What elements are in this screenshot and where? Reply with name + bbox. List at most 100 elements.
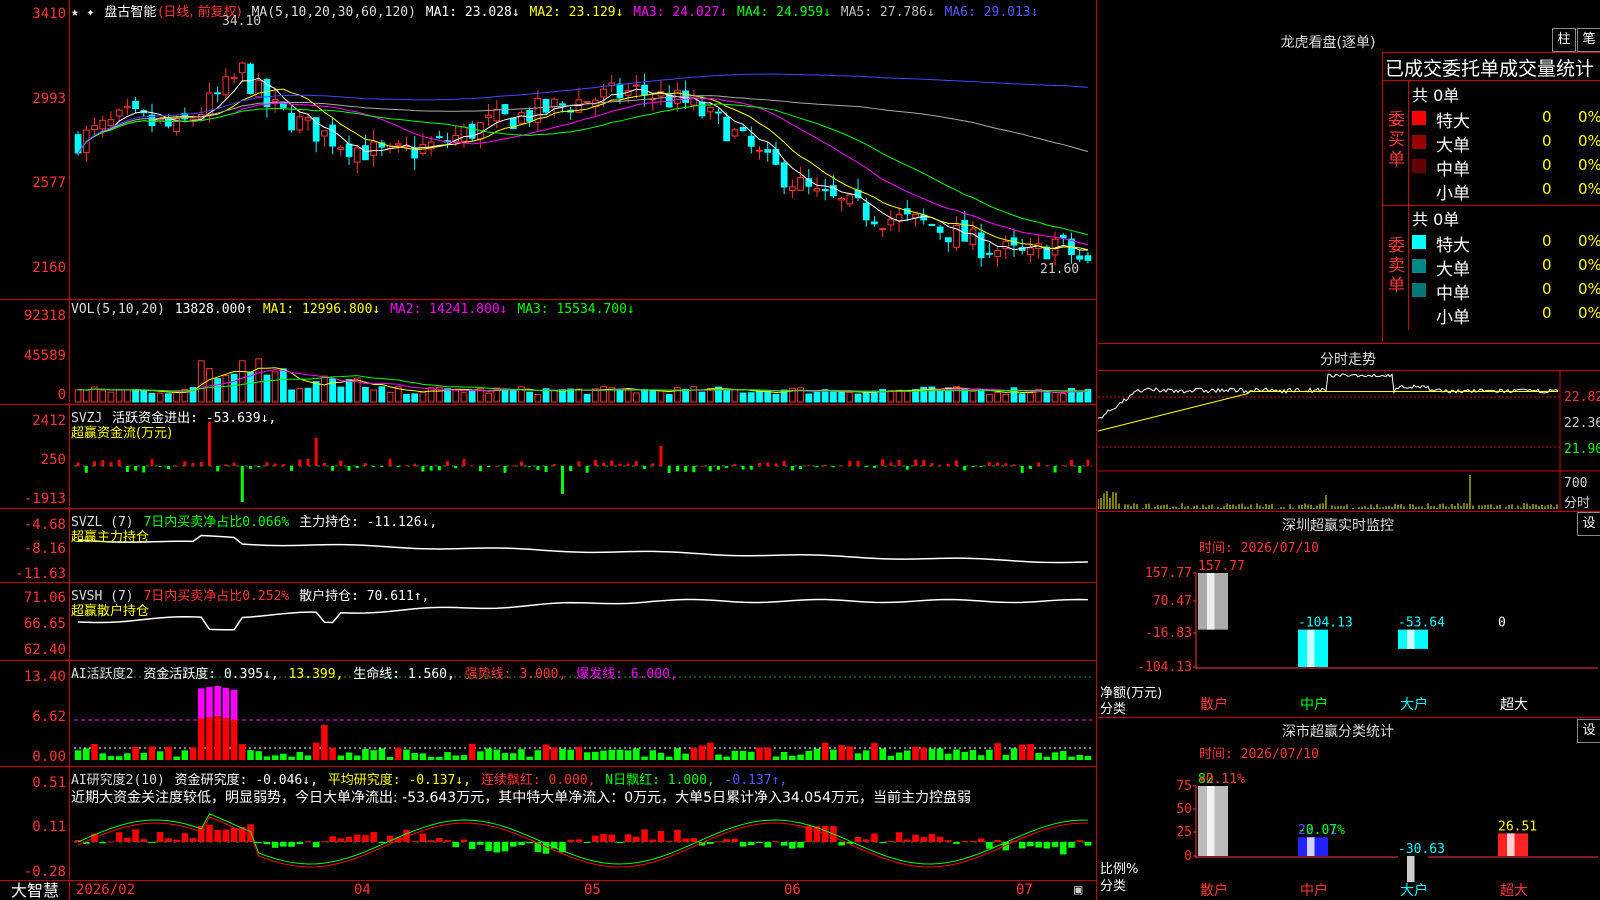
vol-value: 13828.000↑ <box>174 302 254 317</box>
research-bar <box>321 841 328 843</box>
research-bar <box>789 842 796 849</box>
research-bar <box>165 838 172 842</box>
chart-mark <box>887 218 895 226</box>
ai-res-value: 资金研究度: -0.046↓, <box>174 773 318 788</box>
flow-bar <box>872 466 876 468</box>
lock-icon[interactable]: ▣ <box>1074 882 1082 898</box>
activity-bar <box>321 725 328 760</box>
volume-bar <box>271 371 279 403</box>
volume-bar <box>632 392 640 403</box>
category-label: 超大 <box>1500 883 1528 899</box>
chart-mark <box>780 162 788 188</box>
volume-bar <box>99 389 107 403</box>
activity-bar <box>312 742 320 760</box>
research-bar <box>674 829 681 842</box>
activity-bar <box>1010 748 1018 760</box>
research-bar <box>731 838 739 842</box>
chart-mark <box>296 116 304 131</box>
chart-mark <box>871 221 878 225</box>
flow-bar <box>1061 465 1065 467</box>
activity-bar <box>485 748 492 760</box>
bar-change-label: +0.11% <box>1198 772 1245 787</box>
category-label: 大户 <box>1400 696 1428 713</box>
axis-tick: -16.83 <box>1145 626 1192 641</box>
flow-bar <box>799 466 803 470</box>
monitor-settings-button[interactable]: 设 <box>1577 512 1600 536</box>
volume-bar <box>682 388 689 403</box>
research-bar <box>764 842 772 848</box>
star-icon[interactable]: ★ ✦ <box>71 5 94 20</box>
ai-act-strong: 强势线: 3.000, <box>464 667 567 682</box>
column-view-button[interactable]: 柱 <box>1552 28 1576 52</box>
activity-bar <box>403 749 410 760</box>
research-bar <box>641 829 648 842</box>
axis-tick: 50 <box>1176 802 1192 817</box>
chart-area[interactable]: 3410 2993 2577 2160 92318 45589 0 2412 2… <box>0 0 1097 900</box>
chart-mark <box>132 100 139 110</box>
volume-bar <box>1059 393 1067 403</box>
research-bar <box>312 842 320 848</box>
chart-mark <box>518 112 525 124</box>
flow-bar <box>314 438 318 466</box>
activity-bar <box>797 754 804 760</box>
research-bar <box>624 834 632 842</box>
chart-mark <box>797 177 804 191</box>
volume-bar <box>854 393 862 403</box>
sell-orders-label: 委卖单 <box>1388 236 1405 296</box>
chart-mark <box>698 101 706 117</box>
research-bar <box>797 842 804 848</box>
chart-mark <box>230 76 238 80</box>
flow-bar <box>626 463 630 466</box>
research-bar <box>230 827 238 842</box>
vol-ma1: MA1: 12996.800↓ <box>262 302 381 317</box>
research-bar <box>854 836 862 842</box>
chart-mark <box>895 213 903 222</box>
activity-bar <box>148 746 156 760</box>
class-settings-button[interactable]: 设 <box>1577 719 1600 743</box>
activity-bar <box>124 753 131 760</box>
volume-bar <box>132 389 139 403</box>
row-pct: 0% <box>1578 280 1600 298</box>
flow-bar <box>1004 463 1008 466</box>
flow-bar <box>1020 466 1024 473</box>
research-bar <box>1068 842 1075 848</box>
tick-view-button[interactable]: 笔 <box>1577 28 1600 52</box>
activity-bar <box>1035 752 1042 760</box>
intraday-chart[interactable] <box>1098 371 1600 511</box>
flow-bar <box>577 461 581 466</box>
research-bar <box>419 833 427 842</box>
volume-ma-line <box>78 367 1088 394</box>
bar-value-label: -30.63 <box>1398 842 1445 857</box>
chart-mark <box>862 202 870 221</box>
indicator-charts[interactable] <box>0 0 1097 900</box>
row-count: 0 <box>1542 256 1552 274</box>
research-bar <box>263 842 271 845</box>
research-bar <box>460 839 468 842</box>
research-bar <box>994 839 1001 842</box>
volume-bar <box>862 391 870 403</box>
category-label: 中户 <box>1300 696 1328 713</box>
chart-mark <box>435 136 443 139</box>
research-bar <box>986 842 993 849</box>
activity-bar <box>592 751 599 760</box>
research-bar <box>977 838 985 842</box>
volume-bar <box>986 393 993 403</box>
volume-bar <box>534 393 542 403</box>
row-count: 0 <box>1542 180 1552 198</box>
chart-mark <box>1076 255 1084 260</box>
volume-bar <box>214 378 222 403</box>
row-name: 大单 <box>1436 136 1470 156</box>
flow-bar <box>1069 460 1073 466</box>
activity-bar <box>977 755 985 760</box>
flow-bar <box>536 466 540 471</box>
chart-mark <box>846 194 854 205</box>
activity-bar <box>99 753 107 760</box>
activity-bar <box>821 742 829 760</box>
flow-bar <box>782 460 786 466</box>
row-count: 0 <box>1542 280 1552 298</box>
activity-bar <box>419 753 427 760</box>
category-label: 中户 <box>1300 882 1328 899</box>
research-bar <box>526 842 533 844</box>
activity-bar <box>674 748 681 760</box>
chart-mark <box>288 112 295 131</box>
